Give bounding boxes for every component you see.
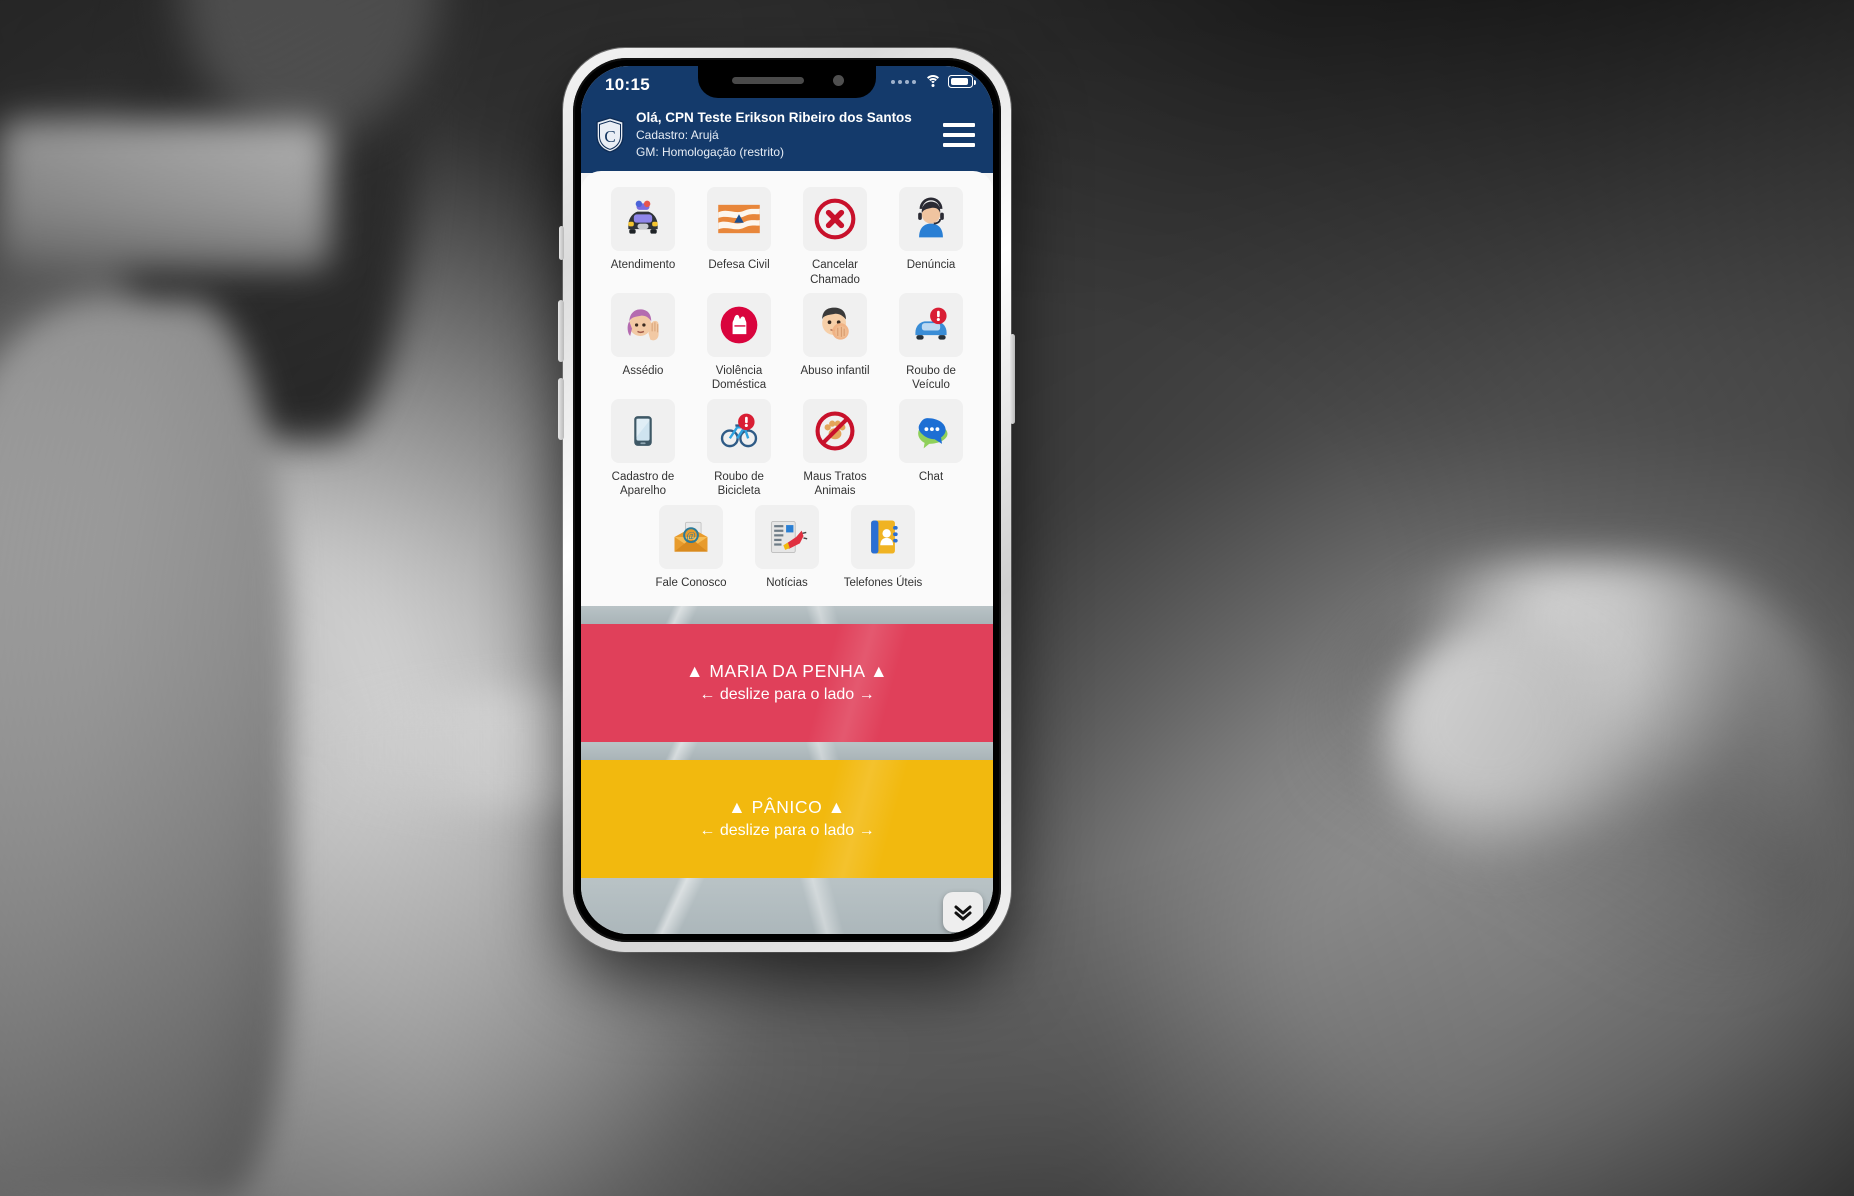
phone-mute-switch[interactable]: [559, 226, 564, 260]
police-car-icon: [611, 187, 675, 252]
menu-tile-telefones-uteis[interactable]: Telefones Úteis: [835, 504, 931, 590]
app-header: C Olá, CPN Teste Erikson Ribeiro dos San…: [581, 106, 993, 174]
menu-tile-label: Denúncia: [906, 259, 956, 272]
animal-paw-prohibited-icon: [803, 398, 867, 463]
contacts-book-icon: [851, 504, 915, 569]
phone-volume-up-button[interactable]: [558, 300, 564, 362]
menu-tile-label: Chat: [918, 470, 944, 483]
menu-tile-label: Telefones Úteis: [843, 576, 923, 589]
menu-grid-row: Cadastro de Aparelho Roubo de Bicicleta …: [595, 398, 979, 499]
email-envelope-at-icon: @: [659, 504, 723, 569]
child-face-hand-icon: [803, 293, 867, 358]
menu-tile-label: Roubo de Bicicleta: [714, 470, 764, 498]
phone-volume-down-button[interactable]: [558, 378, 564, 440]
slider-title: ▲ MARIA DA PENHA ▲: [685, 661, 889, 682]
map-background: [581, 605, 993, 624]
map-background: [581, 741, 993, 760]
battery-full-icon: [948, 75, 976, 88]
menu-tile-defesa-civil[interactable]: Defesa Civil: [691, 187, 787, 287]
phone-mockup: 10:15 C Olá, CPN Teste Erikson Ribeiro d…: [558, 48, 1015, 952]
phone-bezel: 10:15 C Olá, CPN Teste Erikson Ribeiro d…: [573, 58, 1001, 942]
phone-power-button[interactable]: [1010, 334, 1015, 424]
menu-tile-label: Notícias: [766, 576, 808, 589]
shield-badge-icon: C: [595, 117, 625, 153]
status-bar-clock: 10:15: [605, 75, 650, 94]
menu-tile-abuso-infantil[interactable]: Abuso infantil: [787, 293, 883, 393]
menu-grid: Atendimento Defesa Civil Cancelar Chamad…: [581, 171, 993, 606]
headset-operator-icon: [899, 187, 963, 252]
menu-grid-row: Atendimento Defesa Civil Cancelar Chamad…: [595, 187, 979, 287]
menu-tile-label: Maus Tratos Animais: [803, 470, 867, 498]
emergency-slider-area: ▲ MARIA DA PENHA ▲ ← deslize para o lado…: [581, 605, 993, 934]
menu-grid-row: Assédio Violência Doméstica Abuso infant…: [595, 293, 979, 393]
double-chevron-down-icon[interactable]: [943, 891, 983, 932]
map-strip-top: [581, 605, 993, 624]
bicycle-alert-icon: [707, 398, 771, 463]
signal-dots-icon: [891, 79, 916, 84]
map-strip-bottom: [581, 877, 993, 934]
menu-tile-label: Cadastro de Aparelho: [611, 470, 675, 498]
car-alert-icon: [899, 293, 963, 358]
menu-tile-label: Violência Doméstica: [711, 365, 767, 392]
slider-sheen: [581, 623, 993, 742]
slider-sheen: [581, 759, 993, 878]
menu-tile-label: Cancelar Chamado: [810, 259, 860, 286]
menu-grid-row: @ Fale Conosco Notícias Telefones Úteis: [595, 504, 979, 590]
front-camera-icon: [833, 75, 844, 86]
slider-panico[interactable]: ▲ PÂNICO ▲ ← deslize para o lado →: [581, 759, 993, 878]
menu-tile-cancelar-chamado[interactable]: Cancelar Chamado: [787, 187, 883, 287]
phone-notch: [698, 66, 876, 98]
chat-bubbles-icon: [899, 398, 963, 463]
menu-tile-roubo-de-bicicleta[interactable]: Roubo de Bicicleta: [691, 398, 787, 499]
wifi-icon: [924, 75, 941, 88]
menu-tile-label: Roubo de Veículo: [906, 365, 956, 392]
menu-tile-atendimento[interactable]: Atendimento: [595, 187, 691, 287]
gm-text: GM: Homologação (restrito): [636, 145, 785, 160]
user-info-block: Olá, CPN Teste Erikson Ribeiro dos Santo…: [636, 109, 932, 161]
status-bar-indicators: [891, 75, 976, 88]
svg-text:C: C: [604, 127, 615, 146]
raised-fist-circle-icon: [707, 293, 771, 358]
menu-tile-violencia-domestica[interactable]: Violência Doméstica: [691, 293, 787, 393]
menu-tile-chat[interactable]: Chat: [883, 398, 979, 499]
menu-tile-label: Abuso infantil: [800, 365, 870, 378]
svg-text:@: @: [686, 530, 695, 541]
slider-title: ▲ PÂNICO ▲: [728, 797, 846, 818]
menu-tile-label: Fale Conosco: [655, 576, 727, 589]
menu-tile-roubo-de-veiculo[interactable]: Roubo de Veículo: [883, 293, 979, 393]
slider-maria-da-penha[interactable]: ▲ MARIA DA PENHA ▲ ← deslize para o lado…: [581, 623, 993, 742]
menu-tile-maus-tratos-animais[interactable]: Maus Tratos Animais: [787, 398, 883, 499]
menu-tile-fale-conosco[interactable]: @ Fale Conosco: [643, 504, 739, 590]
slider-hint: ← deslize para o lado →: [699, 686, 875, 704]
hamburger-menu-icon[interactable]: [943, 123, 975, 148]
greeting-text: Olá, CPN Teste Erikson Ribeiro dos Santo…: [636, 110, 912, 125]
civil-defense-logo-icon: [707, 187, 771, 252]
stop-hand-woman-icon: [611, 293, 675, 358]
menu-tile-assedio[interactable]: Assédio: [595, 293, 691, 393]
slider-hint: ← deslize para o lado →: [699, 822, 875, 840]
map-background: [581, 877, 993, 934]
menu-tile-cadastro-de-aparelho[interactable]: Cadastro de Aparelho: [595, 398, 691, 499]
menu-tile-label: Defesa Civil: [708, 259, 770, 272]
earpiece-speaker: [732, 77, 804, 84]
menu-tile-denuncia[interactable]: Denúncia: [883, 187, 979, 287]
phone-screen: 10:15 C Olá, CPN Teste Erikson Ribeiro d…: [581, 66, 993, 934]
map-strip-middle: [581, 741, 993, 760]
registration-text: Cadastro: Arujá: [636, 128, 719, 143]
news-megaphone-icon: [755, 504, 819, 569]
menu-tile-label: Assédio: [622, 365, 664, 378]
mobile-phone-icon: [611, 398, 675, 463]
menu-tile-label: Atendimento: [610, 259, 676, 272]
cancel-circle-x-icon: [803, 187, 867, 252]
menu-tile-noticias[interactable]: Notícias: [739, 504, 835, 590]
